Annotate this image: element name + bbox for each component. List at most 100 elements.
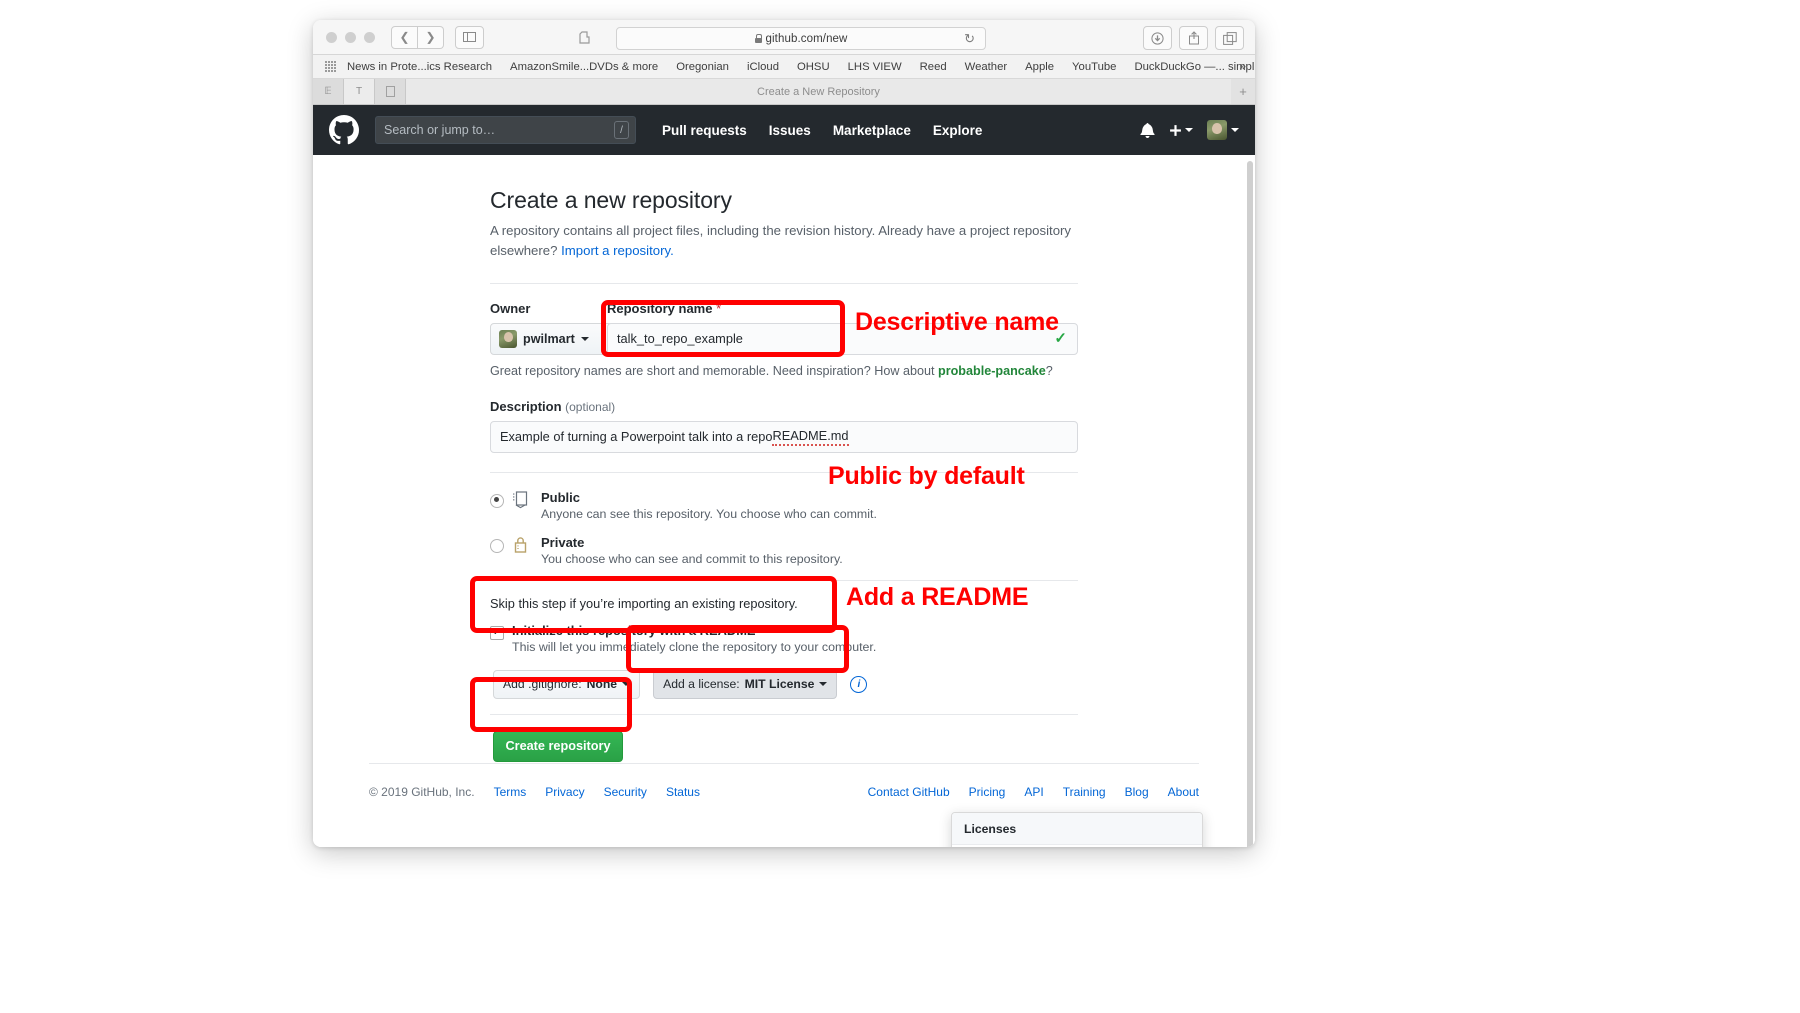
footer-link-privacy[interactable]: Privacy (545, 785, 584, 799)
download-icon (1151, 31, 1164, 45)
annotation-add-a-readme: Add a README (846, 583, 1029, 611)
visibility-public-row[interactable]: Public Anyone can see this repository. Y… (490, 490, 1078, 521)
page-footer: © 2019 GitHub, Inc. Terms Privacy Securi… (313, 763, 1255, 799)
private-title: Private (541, 534, 585, 550)
private-radio[interactable] (490, 538, 504, 553)
new-tab-button[interactable]: + (1231, 79, 1255, 104)
license-dropdown: Licenses Filter licenses... Apache Licen… (951, 812, 1203, 847)
avatar (1207, 120, 1227, 140)
description-input[interactable]: Example of turning a Powerpoint talk int… (490, 420, 1078, 453)
apps-grid-icon[interactable] (325, 61, 336, 72)
footer-links: © 2019 GitHub, Inc. Terms Privacy Securi… (369, 764, 1199, 799)
license-dropdown-header: Licenses (952, 813, 1202, 845)
description-optional: (optional) (565, 399, 616, 414)
bookmark-item[interactable]: News in Prote...ics Research (347, 61, 492, 73)
bookmarks-bar: News in Prote...ics Research AmazonSmile… (313, 55, 1255, 79)
license-select-button[interactable]: Add a license: MIT License (653, 669, 838, 699)
footer-link-training[interactable]: Training (1063, 785, 1106, 799)
tab-doc[interactable] (375, 79, 406, 104)
public-radio[interactable] (490, 493, 504, 508)
forward-button[interactable]: ❯ (418, 25, 444, 49)
license-label: Add a license: (663, 677, 740, 692)
share-icon (1188, 31, 1199, 45)
public-text: Public Anyone can see this repository. Y… (541, 490, 877, 521)
private-text: Private You choose who can see and commi… (541, 535, 843, 566)
notifications-bell-icon[interactable] (1140, 122, 1155, 138)
owner-label: Owner (490, 300, 531, 316)
owner-name: pwilmart (523, 331, 575, 346)
public-title: Public (541, 489, 581, 505)
show-tabs-icon (1222, 31, 1237, 45)
address-bar[interactable]: github.com/new ↻ (616, 27, 986, 50)
bookmark-item[interactable]: LHS VIEW (848, 61, 902, 73)
initialize-readme-row[interactable]: ✓ Initialize this repository with a READ… (490, 623, 1078, 654)
bookmark-item[interactable]: iCloud (747, 61, 779, 73)
bookmark-item[interactable]: OHSU (797, 61, 830, 73)
bookmark-item[interactable]: AmazonSmile...DVDs & more (510, 61, 658, 73)
chevron-down-icon (1185, 128, 1193, 132)
bookmark-item[interactable]: YouTube (1072, 61, 1116, 73)
visibility-private-row[interactable]: Private You choose who can see and commi… (490, 535, 1078, 566)
initialize-readme-text: Initialize this repository with a README… (512, 623, 876, 654)
nav-explore[interactable]: Explore (933, 123, 983, 138)
description-field: Description (optional) Example of turnin… (490, 399, 1078, 453)
create-new-menu[interactable] (1169, 124, 1193, 137)
maximize-window-button[interactable] (364, 31, 375, 43)
nav-pull-requests[interactable]: Pull requests (662, 123, 747, 138)
github-mark-icon[interactable] (329, 115, 359, 145)
create-repository-button[interactable]: Create repository (493, 730, 623, 762)
search-input[interactable]: Search or jump to… / (375, 116, 636, 144)
owner-select-button[interactable]: pwilmart (490, 322, 613, 355)
template-buttons-row: Add .gitignore: None Add a license: MIT … (490, 669, 1078, 699)
bookmark-item[interactable]: Oregonian (676, 61, 729, 73)
suggested-name: probable-pancake (938, 363, 1046, 378)
footer-link-pricing[interactable]: Pricing (969, 785, 1006, 799)
initialize-readme-checkbox[interactable]: ✓ (490, 625, 504, 640)
tab-t[interactable]: T (344, 79, 375, 104)
owner-field: Owner pwilmart (490, 300, 613, 355)
hint-post: ? (1045, 363, 1053, 378)
chevron-down-icon (580, 336, 589, 341)
plus-icon (1170, 124, 1181, 136)
active-tab-title[interactable]: Create a New Repository (406, 79, 1231, 104)
nav-issues[interactable]: Issues (769, 123, 811, 138)
repository-name-hint: Great repository names are short and mem… (490, 364, 1078, 378)
footer-link-terms[interactable]: Terms (494, 785, 527, 799)
evernote-clipper-button[interactable] (571, 27, 597, 48)
divider (490, 282, 1078, 284)
close-window-button[interactable] (326, 31, 337, 43)
bookmark-item[interactable]: Apple (1025, 61, 1054, 73)
tab-evernote[interactable]: 𝔼 (313, 79, 344, 104)
import-repository-link[interactable]: Import a repository. (561, 243, 674, 258)
back-button[interactable]: ❮ (391, 25, 418, 49)
footer-link-blog[interactable]: Blog (1125, 785, 1149, 799)
footer-link-api[interactable]: API (1024, 785, 1043, 799)
gitignore-label: Add .gitignore: (503, 677, 582, 692)
description-label: Description (optional) (490, 399, 1078, 414)
minimize-window-button[interactable] (345, 31, 356, 43)
downloads-button[interactable] (1143, 26, 1172, 50)
bookmark-item[interactable]: Reed (920, 61, 947, 73)
user-menu[interactable] (1207, 120, 1239, 140)
share-button[interactable] (1179, 26, 1208, 50)
reload-button[interactable]: ↻ (964, 31, 975, 47)
info-icon[interactable]: i (850, 675, 868, 693)
gitignore-value: None (586, 677, 618, 692)
footer-link-status[interactable]: Status (666, 785, 700, 799)
sidebar-toggle-button[interactable] (455, 25, 484, 49)
show-tabs-button[interactable] (1215, 26, 1244, 50)
gitignore-select-button[interactable]: Add .gitignore: None (493, 669, 641, 699)
bookmarks-overflow-button[interactable]: » (1239, 59, 1246, 73)
repo-book-icon (512, 490, 532, 514)
window-controls[interactable] (326, 31, 375, 43)
bookmark-item[interactable]: Weather (965, 61, 1008, 73)
browser-window: ❮ ❯ github.com/new ↻ News in Prote...ics… (313, 20, 1255, 847)
nav-marketplace[interactable]: Marketplace (833, 123, 911, 138)
bookmark-item[interactable]: DuckDuckGo —... simplified. (1134, 61, 1255, 73)
page-scrollbar[interactable] (1247, 161, 1253, 847)
copyright: © 2019 GitHub, Inc. (369, 785, 475, 799)
footer-link-security[interactable]: Security (604, 785, 647, 799)
footer-link-contact-github[interactable]: Contact GitHub (868, 785, 950, 799)
annotation-public-by-default: Public by default (828, 462, 1025, 490)
footer-link-about[interactable]: About (1168, 785, 1199, 799)
